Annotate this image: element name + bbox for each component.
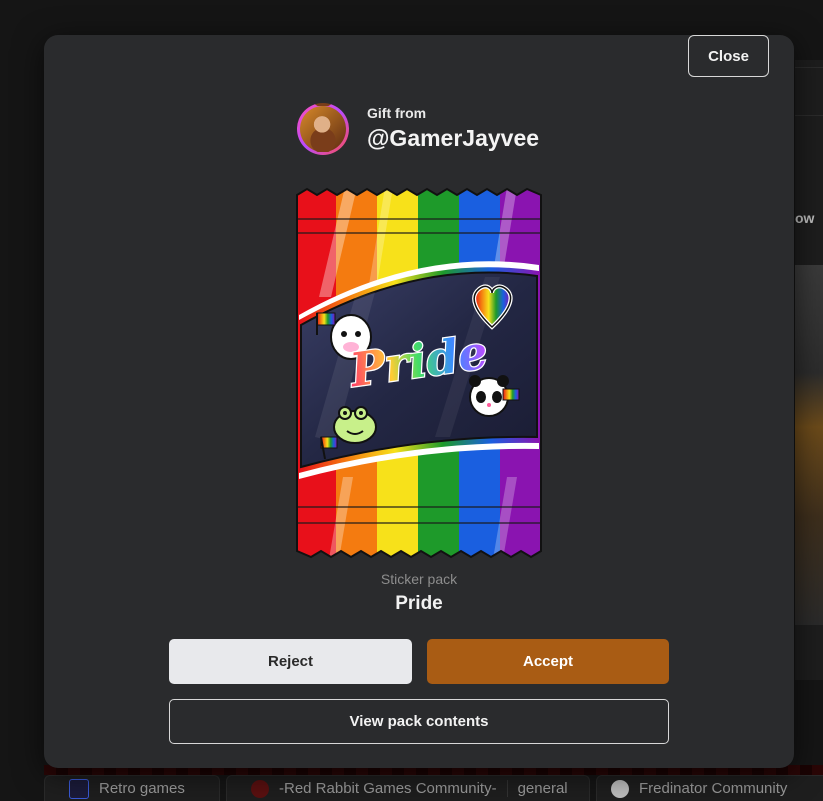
- gift-sender: Gift from @GamerJayvee: [297, 103, 539, 155]
- divider: [795, 67, 823, 68]
- tab-label: -Red Rabbit Games Community-: [279, 780, 497, 797]
- tab-fredinator-community[interactable]: Fredinator Community: [596, 775, 823, 801]
- background-image: [795, 265, 823, 625]
- background-partial-text: ow: [795, 210, 815, 226]
- tab-channel-label: general: [506, 780, 568, 797]
- tab-label: Fredinator Community: [639, 780, 788, 797]
- tab-retro-games[interactable]: Retro games: [44, 775, 220, 801]
- view-pack-contents-button[interactable]: View pack contents: [169, 699, 669, 744]
- close-button[interactable]: Close: [688, 35, 769, 77]
- background-right-panel: ow: [795, 60, 823, 680]
- divider: [795, 115, 823, 116]
- tab-label: Retro games: [99, 780, 185, 797]
- tab-red-rabbit-games[interactable]: -Red Rabbit Games Community- general: [226, 775, 590, 801]
- red-rabbit-icon: [251, 779, 269, 798]
- pack-name: Pride: [395, 593, 443, 614]
- retro-games-icon: [69, 778, 89, 799]
- sender-avatar[interactable]: [297, 103, 349, 155]
- reject-button[interactable]: Reject: [169, 639, 412, 684]
- sticker-pack-image: Pride: [296, 187, 542, 559]
- gift-from-label: Gift from: [367, 105, 427, 121]
- accept-button[interactable]: Accept: [427, 639, 669, 684]
- fredinator-icon: [611, 779, 629, 798]
- pack-type-label: Sticker pack: [380, 571, 458, 587]
- bottom-tab-bar: Retro games -Red Rabbit Games Community-…: [44, 775, 823, 801]
- gift-modal: Close Gift from @GamerJayvee Pride Stick…: [44, 35, 794, 768]
- sender-text: Gift from @GamerJayvee: [367, 105, 539, 153]
- sender-username[interactable]: @GamerJayvee: [367, 123, 539, 153]
